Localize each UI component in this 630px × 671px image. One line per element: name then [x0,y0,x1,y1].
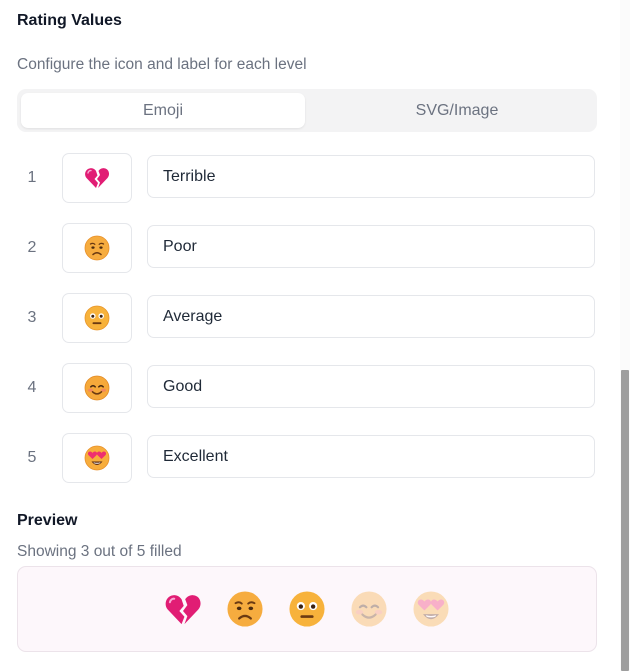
level-row-4: 4 Good [0,363,620,413]
level-3-icon-picker[interactable] [62,293,132,343]
rating-values-panel: Rating Values Configure the icon and lab… [0,0,620,671]
level-row-2: 2 Poor [0,223,620,273]
preview-box [17,566,597,652]
level-row-3: 3 Average [0,293,620,343]
level-number: 5 [27,449,37,466]
broken-heart-icon [165,594,201,624]
level-row-1: 1 Terrible [0,153,620,203]
preview-item-3[interactable] [288,590,326,628]
level-5-icon-picker[interactable] [62,433,132,483]
preview-status: Showing 3 out of 5 filled [17,543,182,560]
preview-item-2[interactable] [226,590,264,628]
worried-face-icon [227,591,263,627]
level-4-icon-picker[interactable] [62,363,132,413]
level-number: 3 [27,309,37,326]
worried-face-icon [84,235,110,261]
scrollbar-track[interactable] [620,0,630,671]
heart-eyes-face-icon [84,445,110,471]
level-number: 2 [27,239,37,256]
neutral-face-icon [289,591,325,627]
scrollbar-thumb[interactable] [621,370,629,671]
tab-emoji[interactable]: Emoji [21,93,305,128]
section-title: Rating Values [17,12,122,29]
preview-rating [18,567,596,651]
neutral-face-icon [84,305,110,331]
icon-type-toggle: Emoji SVG/Image [17,89,597,132]
level-4-label-input[interactable]: Good [147,365,595,408]
level-2-icon-picker[interactable] [62,223,132,273]
broken-heart-icon [85,168,110,188]
preview-title: Preview [17,512,78,529]
tab-svg-image[interactable]: SVG/Image [315,93,599,128]
level-2-label-input[interactable]: Poor [147,225,595,268]
level-3-label-input[interactable]: Average [147,295,595,338]
section-subtitle: Configure the icon and label for each le… [17,56,307,73]
preview-item-4[interactable] [350,590,388,628]
preview-item-1[interactable] [164,590,202,628]
level-number: 1 [27,169,37,186]
level-row-5: 5 Excellent [0,433,620,483]
level-1-label-input[interactable]: Terrible [147,155,595,198]
smiling-face-icon [351,591,387,627]
level-number: 4 [27,379,37,396]
level-5-label-input[interactable]: Excellent [147,435,595,478]
heart-eyes-face-icon [413,591,449,627]
preview-item-5[interactable] [412,590,450,628]
smiling-face-icon [84,375,110,401]
level-1-icon-picker[interactable] [62,153,132,203]
